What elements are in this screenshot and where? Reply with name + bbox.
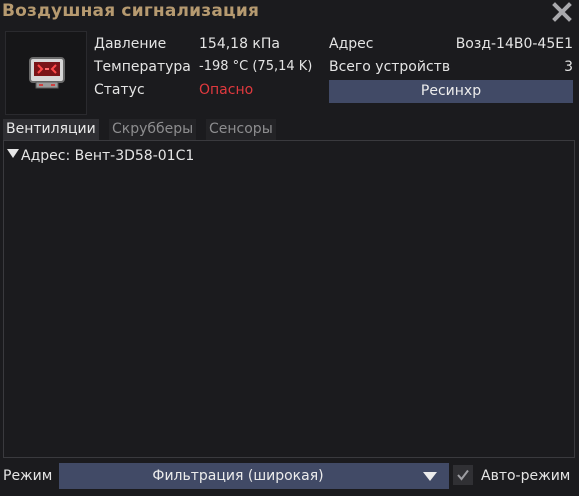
air-alarm-icon [29,57,65,89]
auto-mode-label: Авто-режим [481,468,571,484]
mode-dropdown[interactable]: Фильтрация (широкая) [59,463,449,489]
expand-arrow-icon[interactable] [7,149,19,158]
pressure-label: Давление [94,36,167,52]
close-button[interactable] [551,1,573,23]
tab-vents[interactable]: Вентиляции [3,119,99,140]
mode-selected-value: Фильтрация (широкая) [152,468,324,484]
title-bar: Воздушная сигнализация [0,0,579,24]
mode-label: Режим [3,468,53,484]
chevron-down-icon [423,472,437,481]
auto-mode-checkbox[interactable] [453,465,473,485]
vent-list-item[interactable]: Адрес: Вент-3D58-01C1 [7,146,194,166]
close-icon [552,2,572,22]
window-title: Воздушная сигнализация [2,1,260,21]
temperature-value: -198 °C (75,14 K) [199,59,313,74]
status-label: Статус [94,82,145,98]
vents-panel: Адрес: Вент-3D58-01C1 [3,140,575,458]
address-label: Адрес [329,36,374,52]
status-value: Опасно [199,82,254,98]
address-value: Возд-14B0-45E1 [455,36,573,52]
total-devices-label: Всего устройств [329,59,451,75]
checkmark-icon [457,469,469,481]
total-devices-value: 3 [564,59,573,75]
resync-button[interactable]: Ресинхр [329,80,573,103]
device-icon-frame [5,31,87,115]
temperature-label: Температура [94,59,191,75]
pressure-value: 154,18 кПа [199,36,280,52]
tab-sensors[interactable]: Сенсоры [206,119,276,140]
vent-address: Адрес: Вент-3D58-01C1 [21,148,195,164]
air-alarm-window: Воздушная сигнализация Давление 154,18 к… [0,0,579,496]
tab-scrubbers[interactable]: Скрубберы [109,119,197,140]
